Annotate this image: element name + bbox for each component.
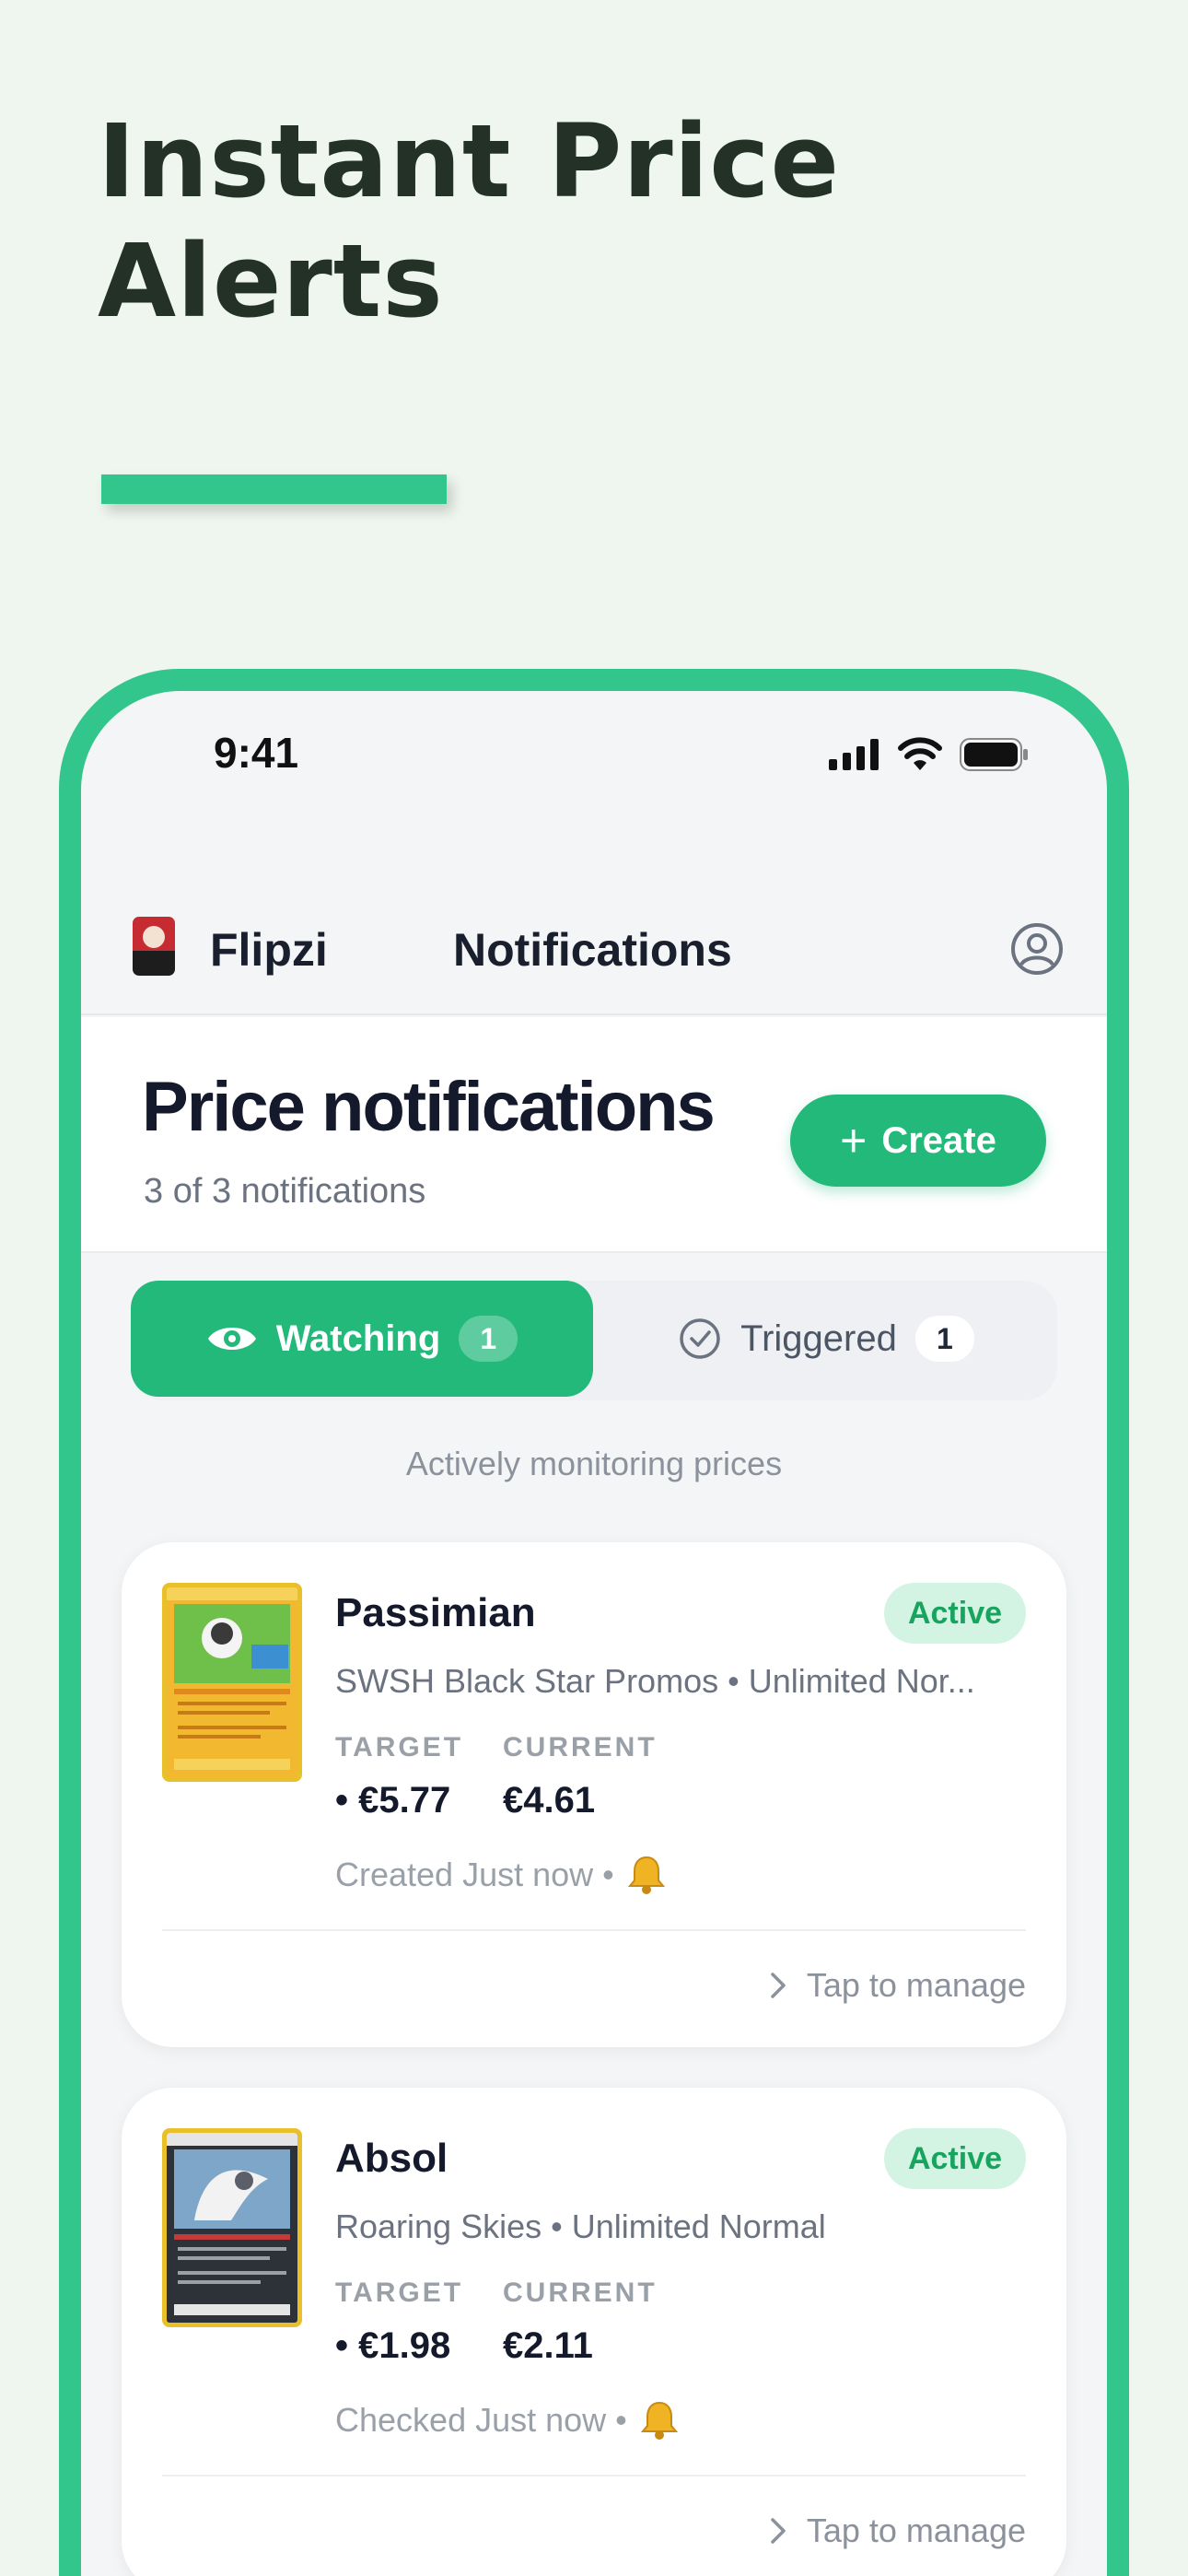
create-button[interactable]: + Create	[790, 1095, 1046, 1187]
wifi-icon	[898, 737, 942, 770]
card-meta: Created Just now •	[335, 1854, 668, 1896]
accent-bar	[101, 474, 447, 504]
battery-icon	[960, 738, 1028, 771]
current-label: CURRENT	[503, 2277, 658, 2308]
bell-icon	[627, 1856, 665, 1894]
tab-watching-count: 1	[459, 1316, 518, 1362]
target-label: TARGET	[335, 1732, 464, 1762]
card-name: Passimian	[335, 1590, 536, 1635]
card-divider	[162, 2475, 1026, 2476]
notification-count: 3 of 3 notifications	[144, 1172, 426, 1211]
status-bar: 9:41	[81, 691, 1107, 829]
header-title: Notifications	[453, 924, 732, 976]
tab-watching-label: Watching	[275, 1317, 441, 1359]
notification-card[interactable]: Passimian Active SWSH Black Star Promos …	[122, 1542, 1066, 2047]
target-price: • €5.77	[335, 1780, 451, 1821]
current-price: €2.11	[503, 2325, 593, 2366]
app-logo	[133, 917, 175, 976]
plus-icon: +	[840, 1115, 868, 1166]
tab-hint: Actively monitoring prices	[405, 1445, 783, 1482]
manage-link[interactable]: Tap to manage	[768, 2512, 1026, 2550]
card-meta-text: Checked Just now •	[335, 2401, 627, 2439]
status-time: 9:41	[214, 729, 299, 777]
app-header: Flipzi Notifications	[81, 875, 1107, 1015]
brand-name: Flipzi	[210, 924, 328, 976]
tab-watching[interactable]: Watching 1	[131, 1281, 593, 1397]
manage-link[interactable]: Tap to manage	[768, 1966, 1026, 2005]
card-artwork	[167, 2133, 297, 2315]
signal-icon	[829, 739, 879, 770]
create-label: Create	[881, 1119, 996, 1161]
tab-triggered-label: Triggered	[740, 1317, 897, 1359]
chevron-right-icon	[771, 1973, 786, 1998]
card-set: SWSH Black Star Promos • Unlimited Nor..…	[335, 1662, 975, 1700]
chevron-right-icon	[771, 2518, 786, 2544]
tab-triggered[interactable]: Triggered 1	[610, 1281, 1042, 1397]
card-artwork	[167, 1587, 297, 1770]
manage-label: Tap to manage	[806, 1966, 1026, 2004]
eye-icon	[207, 1328, 256, 1350]
tab-triggered-count: 1	[914, 1316, 974, 1362]
current-price: €4.61	[503, 1780, 596, 1821]
card-set: Roaring Skies • Unlimited Normal	[335, 2207, 826, 2245]
bell-icon	[640, 2401, 678, 2440]
card-thumbnail	[162, 1583, 302, 1782]
card-thumbnail	[162, 2128, 302, 2327]
target-price: • €1.98	[335, 2325, 451, 2366]
status-badge: Active	[884, 1583, 1026, 1644]
card-meta: Checked Just now •	[335, 2399, 681, 2441]
check-circle-icon	[680, 1318, 720, 1359]
phone-screen: 9:41 Flipzi Notifications Price notifica…	[81, 691, 1107, 2576]
page-header: Price notifications 3 of 3 notifications…	[81, 1017, 1107, 1253]
page-title: Price notifications	[142, 1068, 716, 1146]
card-name: Absol	[335, 2136, 448, 2181]
target-label: TARGET	[335, 2277, 464, 2308]
profile-icon[interactable]	[1009, 921, 1065, 977]
current-label: CURRENT	[503, 1732, 658, 1762]
status-icons	[829, 737, 1030, 772]
card-divider	[162, 1929, 1026, 1931]
promo-headline: Instant Price Alerts	[98, 102, 841, 340]
card-meta-text: Created Just now •	[335, 1856, 614, 1893]
manage-label: Tap to manage	[806, 2512, 1026, 2549]
notification-card[interactable]: Absol Active Roaring Skies • Unlimited N…	[122, 2088, 1066, 2576]
filter-tabs: Watching 1 Triggered 1	[131, 1281, 1057, 1400]
status-badge: Active	[884, 2128, 1026, 2189]
